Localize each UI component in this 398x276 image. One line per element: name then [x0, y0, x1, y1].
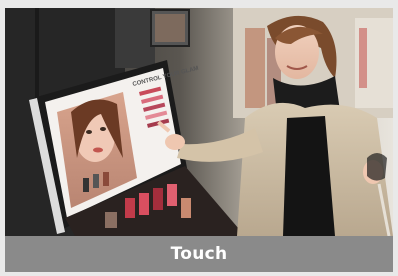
feature-card[interactable]: CONTROL YOUR GLAM Touch: [5, 8, 393, 272]
caption-bar[interactable]: Touch: [5, 236, 393, 272]
photo-touchscreen-kiosk: CONTROL YOUR GLAM: [5, 8, 393, 236]
caption-label: Touch: [170, 244, 228, 264]
